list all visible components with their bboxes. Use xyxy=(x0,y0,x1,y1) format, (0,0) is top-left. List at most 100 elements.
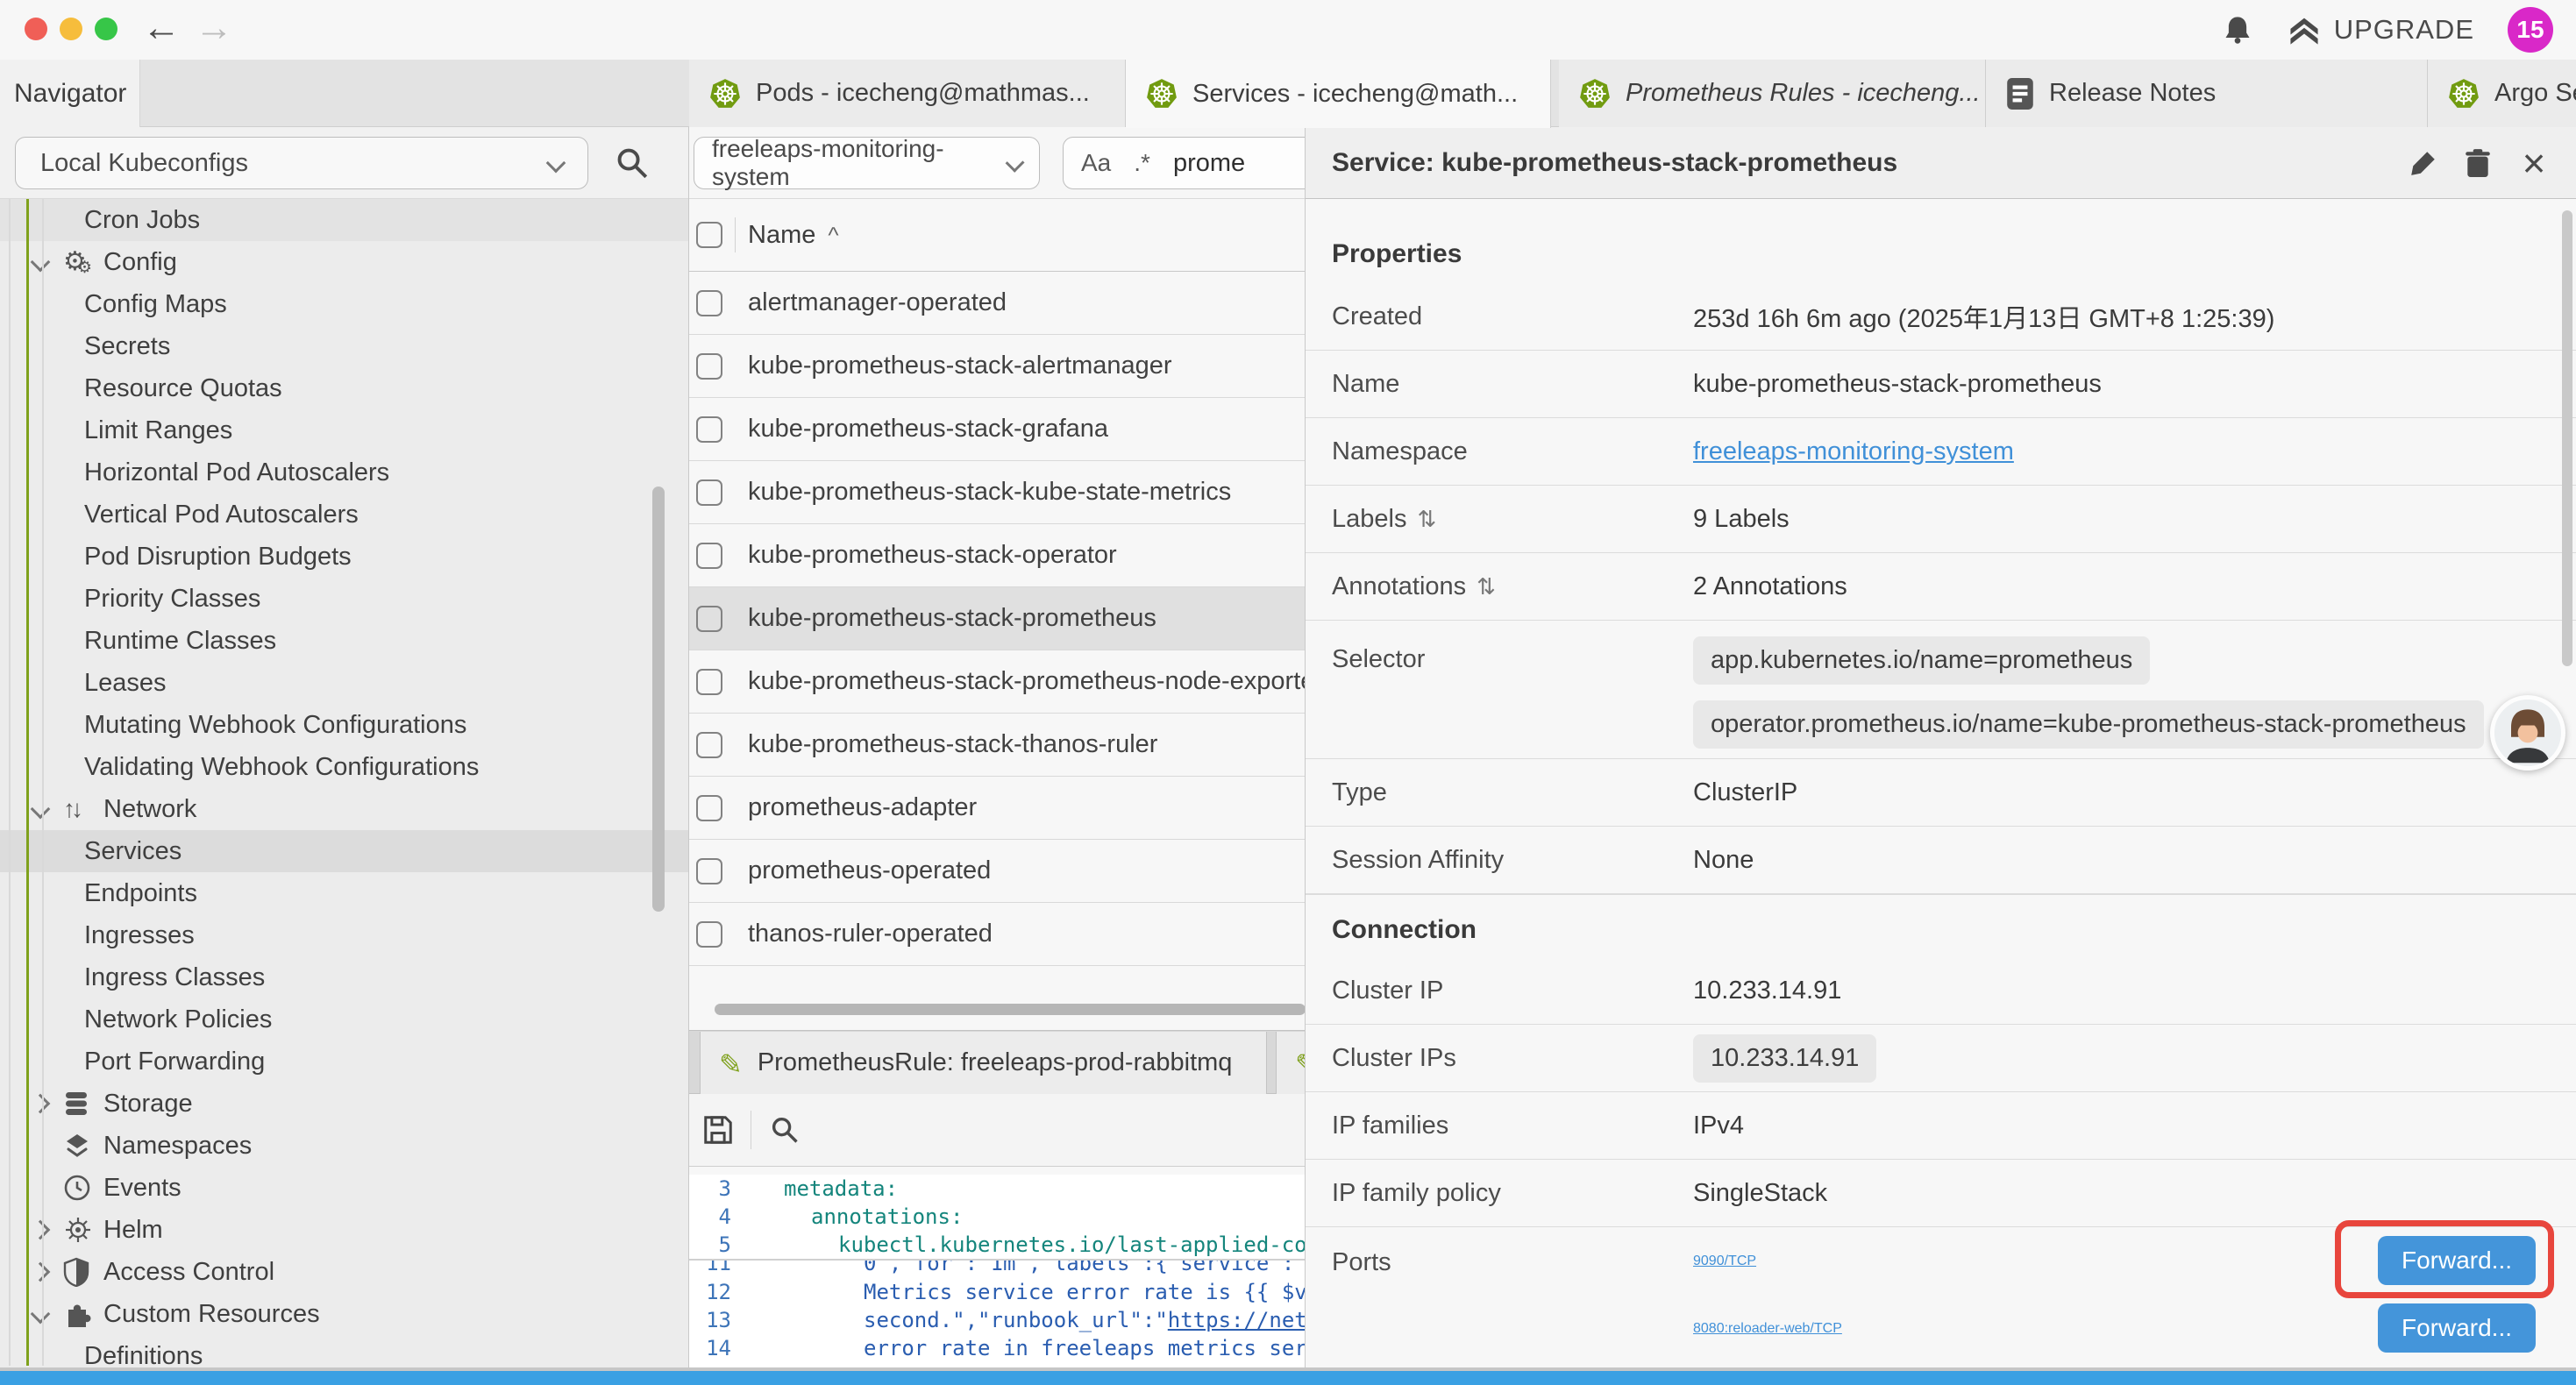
edit-icon[interactable] xyxy=(2403,143,2444,183)
service-row[interactable]: alertmanager-operated xyxy=(689,272,1306,335)
tab-argo[interactable]: Argo Se xyxy=(2428,60,2576,127)
tab-release-notes[interactable]: Release Notes xyxy=(1986,60,2428,127)
service-row[interactable]: kube-prometheus-stack-operator xyxy=(689,524,1306,587)
namespace-link[interactable]: freeleaps-monitoring-system xyxy=(1693,437,2014,466)
shield-icon xyxy=(63,1257,103,1287)
row-checkbox[interactable] xyxy=(696,416,722,443)
traffic-light-zoom[interactable] xyxy=(95,18,117,40)
network-arrows-icon: ↑↓ xyxy=(63,795,103,823)
editor-tab-bar: ✎ PrometheusRule: freeleaps-prod-rabbitm… xyxy=(689,1030,1306,1094)
sidebar-item-limit-ranges[interactable]: Limit Ranges xyxy=(0,409,688,451)
port-9090-link[interactable]: 9090/TCP xyxy=(1693,1254,1756,1269)
runbook-url-link[interactable]: https://net xyxy=(1168,1306,1306,1334)
sidebar-item-ingress-classes[interactable]: Ingress Classes xyxy=(0,956,688,998)
sidebar-search-icon[interactable] xyxy=(614,145,651,181)
sidebar-item-config[interactable]: ⚙⚙ Config xyxy=(0,241,688,283)
horizontal-scrollbar[interactable] xyxy=(715,1004,1306,1015)
save-icon[interactable] xyxy=(701,1113,735,1147)
sidebar-item-cron-jobs[interactable]: Cron Jobs xyxy=(0,199,688,241)
service-row[interactable]: kube-prometheus-stack-thanos-ruler xyxy=(689,714,1306,777)
sidebar-item-mutating-webhook-configurations[interactable]: Mutating Webhook Configurations xyxy=(0,704,688,746)
sidebar-item-helm[interactable]: Helm xyxy=(0,1209,688,1251)
kubernetes-icon xyxy=(1578,77,1612,110)
detail-row-type: Type ClusterIP xyxy=(1306,759,2576,827)
selector-badge: app.kubernetes.io/name=prometheus xyxy=(1693,636,2150,685)
sidebar-item-network[interactable]: ↑↓ Network xyxy=(0,788,688,830)
row-checkbox[interactable] xyxy=(696,795,722,821)
sidebar-item-priority-classes[interactable]: Priority Classes xyxy=(0,578,688,620)
list-search-input[interactable]: Aa .* prome xyxy=(1063,137,1306,189)
row-checkbox[interactable] xyxy=(696,606,722,632)
sidebar-item-pod-disruption-budgets[interactable]: Pod Disruption Budgets xyxy=(0,536,688,578)
traffic-light-minimize[interactable] xyxy=(60,18,82,40)
navigator-panel-tab[interactable]: Navigator xyxy=(0,60,140,127)
delete-icon[interactable] xyxy=(2458,143,2498,183)
notification-bell-icon[interactable] xyxy=(2222,14,2253,46)
close-icon[interactable]: × xyxy=(2514,143,2554,183)
row-checkbox[interactable] xyxy=(696,669,722,695)
match-case-toggle[interactable]: Aa xyxy=(1081,149,1111,177)
row-checkbox[interactable] xyxy=(696,353,722,380)
sidebar-item-custom-resources[interactable]: Custom Resources xyxy=(0,1293,688,1335)
sidebar-item-resource-quotas[interactable]: Resource Quotas xyxy=(0,367,688,409)
service-row[interactable]: prometheus-operated xyxy=(689,840,1306,903)
sort-icon[interactable]: ⇅ xyxy=(1477,573,1496,600)
notifications-count-badge[interactable]: 15 xyxy=(2508,7,2553,53)
tab-pods[interactable]: Pods - icecheng@mathmas... xyxy=(689,60,1126,127)
avatar[interactable] xyxy=(2490,695,2565,771)
editor-tab-prometheusrule[interactable]: ✎ PrometheusRule: freeleaps-prod-rabbitm… xyxy=(700,1032,1267,1094)
editor-search-icon[interactable] xyxy=(769,1114,801,1146)
sidebar-item-vertical-pod-autoscalers[interactable]: Vertical Pod Autoscalers xyxy=(0,494,688,536)
sort-icon[interactable]: ⇅ xyxy=(1417,506,1436,533)
row-checkbox[interactable] xyxy=(696,921,722,948)
editor-tab-partial[interactable]: ✎ xyxy=(1276,1032,1306,1094)
yaml-editor[interactable]: 3metadata: 4annotations: 5kubectl.kubern… xyxy=(689,1175,1306,1367)
sidebar-item-secrets[interactable]: Secrets xyxy=(0,325,688,367)
service-row[interactable]: kube-prometheus-stack-kube-state-metrics xyxy=(689,461,1306,524)
service-row[interactable]: kube-prometheus-stack-alertmanager xyxy=(689,335,1306,398)
port-8080-link[interactable]: 8080:reloader-web/TCP xyxy=(1693,1321,1842,1337)
sidebar-item-runtime-classes[interactable]: Runtime Classes xyxy=(0,620,688,662)
regex-toggle[interactable]: .* xyxy=(1134,149,1150,177)
tab-label: Services - icecheng@math... xyxy=(1192,80,1518,109)
row-checkbox[interactable] xyxy=(696,858,722,884)
namespace-select[interactable]: freeleaps-monitoring-system xyxy=(694,137,1040,189)
kubernetes-icon xyxy=(2447,77,2480,110)
sidebar-item-endpoints[interactable]: Endpoints xyxy=(0,872,688,914)
service-row[interactable]: prometheus-adapter xyxy=(689,777,1306,840)
row-checkbox[interactable] xyxy=(696,290,722,316)
tab-prometheus-rules[interactable]: Prometheus Rules - icecheng... xyxy=(1559,60,1986,127)
row-checkbox[interactable] xyxy=(696,543,722,569)
name-column-header[interactable]: Name xyxy=(748,221,815,250)
service-row-selected[interactable]: kube-prometheus-stack-prometheus xyxy=(689,587,1306,650)
forward-button[interactable]: Forward... xyxy=(2378,1303,2536,1353)
detail-scrollbar[interactable] xyxy=(2562,210,2572,666)
row-checkbox[interactable] xyxy=(696,479,722,506)
traffic-light-close[interactable] xyxy=(25,18,47,40)
service-row[interactable]: thanos-ruler-operated xyxy=(689,903,1306,966)
sidebar-item-validating-webhook-configurations[interactable]: Validating Webhook Configurations xyxy=(0,746,688,788)
select-all-checkbox[interactable] xyxy=(696,222,722,248)
sidebar-item-events[interactable]: Events xyxy=(0,1167,688,1209)
sidebar-item-horizontal-pod-autoscalers[interactable]: Horizontal Pod Autoscalers xyxy=(0,451,688,494)
sort-ascending-icon[interactable]: ^ xyxy=(828,222,838,249)
sidebar-item-services[interactable]: Services xyxy=(0,830,688,872)
forward-arrow-icon[interactable]: → xyxy=(195,7,233,49)
tab-services[interactable]: Services - icecheng@math... × xyxy=(1126,60,1551,128)
kubeconfig-select[interactable]: Local Kubeconfigs xyxy=(15,137,588,189)
sidebar-item-network-policies[interactable]: Network Policies xyxy=(0,998,688,1041)
sidebar-item-definitions[interactable]: Definitions xyxy=(0,1335,688,1366)
sidebar-scrollbar[interactable] xyxy=(652,487,665,912)
sidebar-item-access-control[interactable]: Access Control xyxy=(0,1251,688,1293)
sidebar-item-leases[interactable]: Leases xyxy=(0,662,688,704)
sidebar-item-port-forwarding[interactable]: Port Forwarding xyxy=(0,1041,688,1083)
sidebar-item-namespaces[interactable]: Namespaces xyxy=(0,1125,688,1167)
row-checkbox[interactable] xyxy=(696,732,722,758)
sidebar-item-storage[interactable]: Storage xyxy=(0,1083,688,1125)
sidebar-item-ingresses[interactable]: Ingresses xyxy=(0,914,688,956)
back-arrow-icon[interactable]: ← xyxy=(142,7,181,49)
service-row[interactable]: kube-prometheus-stack-prometheus-node-ex… xyxy=(689,650,1306,714)
service-row[interactable]: kube-prometheus-stack-grafana xyxy=(689,398,1306,461)
sidebar-item-config-maps[interactable]: Config Maps xyxy=(0,283,688,325)
upgrade-button[interactable]: UPGRADE xyxy=(2287,14,2474,46)
